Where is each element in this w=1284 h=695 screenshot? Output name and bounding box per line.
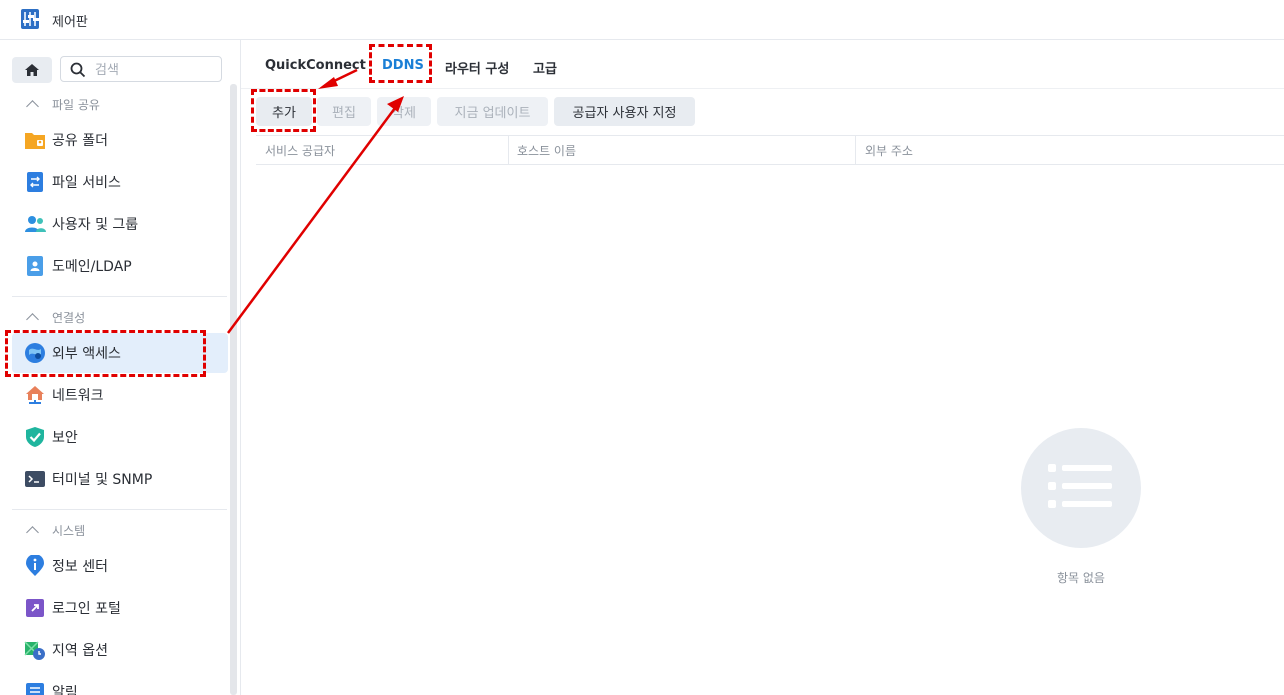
- list-icon: [1048, 464, 1112, 508]
- sidebar-item-label: 외부 액세스: [52, 346, 121, 362]
- window-title: 제어판: [52, 15, 88, 30]
- column-header-external-address[interactable]: 외부 주소: [865, 142, 913, 159]
- domain-icon: [24, 255, 46, 277]
- search-input[interactable]: [93, 60, 217, 80]
- tab-ddns[interactable]: DDNS: [382, 58, 424, 73]
- sidebar-item-network[interactable]: 네트워크: [12, 375, 228, 415]
- terminal-icon: [24, 468, 46, 490]
- chevron-up-icon: [26, 312, 39, 326]
- edit-button[interactable]: 편집: [317, 97, 371, 126]
- sidebar-item-external-access[interactable]: 외부 액세스: [12, 333, 228, 373]
- column-header-service-provider[interactable]: 서비스 공급자: [265, 142, 335, 159]
- sidebar-item-file-services[interactable]: 파일 서비스: [12, 162, 228, 202]
- group-header-connectivity[interactable]: 연결성: [26, 307, 86, 327]
- network-icon: [24, 384, 46, 406]
- search-icon: [70, 62, 86, 78]
- sidebar-item-info-center[interactable]: 정보 센터: [12, 546, 228, 586]
- sidebar-item-label: 알림: [52, 685, 78, 695]
- sidebar-item-security[interactable]: 보안: [12, 417, 228, 457]
- divider: [241, 88, 1284, 89]
- sidebar-item-label: 터미널 및 SNMP: [52, 472, 153, 488]
- update-now-button[interactable]: 지금 업데이트: [437, 97, 548, 126]
- tab-quickconnect[interactable]: QuickConnect: [265, 58, 366, 73]
- login-portal-icon: [24, 597, 46, 619]
- table-header: 서비스 공급자 호스트 이름 외부 주소: [256, 135, 1284, 165]
- shield-icon: [24, 426, 46, 448]
- external-access-icon: [24, 342, 46, 364]
- sidebar-item-label: 보안: [52, 430, 78, 446]
- tab-bar: QuickConnect DDNS 라우터 구성 고급: [241, 40, 1284, 82]
- tab-router-config[interactable]: 라우터 구성: [445, 58, 509, 77]
- control-panel-icon: [21, 9, 39, 29]
- group-header-system[interactable]: 시스템: [26, 520, 86, 540]
- tab-advanced[interactable]: 고급: [533, 58, 557, 77]
- notification-icon: [24, 681, 46, 695]
- empty-state-illustration: [1021, 428, 1141, 548]
- users-icon: [24, 213, 46, 235]
- divider: [12, 296, 227, 297]
- sidebar-item-label: 사용자 및 그룹: [52, 217, 139, 233]
- info-icon: [24, 555, 46, 577]
- chevron-up-icon: [26, 525, 39, 539]
- group-label: 연결성: [52, 310, 86, 325]
- sidebar-item-label: 로그인 포털: [52, 601, 121, 617]
- column-header-hostname[interactable]: 호스트 이름: [517, 142, 576, 159]
- chevron-up-icon: [26, 99, 39, 113]
- group-label: 파일 공유: [52, 97, 100, 112]
- title-bar: 제어판: [0, 0, 1284, 40]
- home-icon: [25, 64, 39, 76]
- home-button[interactable]: [12, 57, 52, 83]
- sidebar-item-regional-options[interactable]: 지역 옵션: [12, 630, 228, 670]
- column-divider[interactable]: [508, 136, 509, 164]
- sidebar-item-label: 정보 센터: [52, 559, 108, 575]
- sidebar-item-label: 파일 서비스: [52, 175, 121, 191]
- sidebar-item-label: 네트워크: [52, 388, 104, 404]
- sidebar-item-label: 공유 폴더: [52, 133, 108, 149]
- sidebar: 파일 공유 공유 폴더 파일 서비스 사용자 및 그룹 도메인/LDAP 연결성…: [0, 40, 241, 695]
- custom-provider-button[interactable]: 공급자 사용자 지정: [554, 97, 695, 126]
- sidebar-item-notification[interactable]: 알림: [12, 672, 228, 695]
- add-button[interactable]: 추가: [256, 97, 312, 126]
- sidebar-item-label: 지역 옵션: [52, 643, 108, 659]
- sidebar-item-terminal-snmp[interactable]: 터미널 및 SNMP: [12, 459, 228, 499]
- sidebar-scrollbar[interactable]: [230, 84, 237, 695]
- sidebar-item-shared-folder[interactable]: 공유 폴더: [12, 120, 228, 160]
- sidebar-item-users-groups[interactable]: 사용자 및 그룹: [12, 204, 228, 244]
- divider: [12, 509, 227, 510]
- file-services-icon: [24, 171, 46, 193]
- sidebar-item-label: 도메인/LDAP: [52, 259, 132, 275]
- map-clock-icon: [24, 639, 46, 661]
- column-divider[interactable]: [855, 136, 856, 164]
- delete-button[interactable]: 삭제: [377, 97, 431, 126]
- empty-state-text: 항목 없음: [1057, 571, 1105, 585]
- group-header-file-sharing[interactable]: 파일 공유: [26, 94, 100, 114]
- search-box[interactable]: [60, 56, 222, 82]
- folder-icon: [24, 129, 46, 151]
- sidebar-item-login-portal[interactable]: 로그인 포털: [12, 588, 228, 628]
- group-label: 시스템: [52, 523, 86, 538]
- sidebar-item-domain-ldap[interactable]: 도메인/LDAP: [12, 246, 228, 286]
